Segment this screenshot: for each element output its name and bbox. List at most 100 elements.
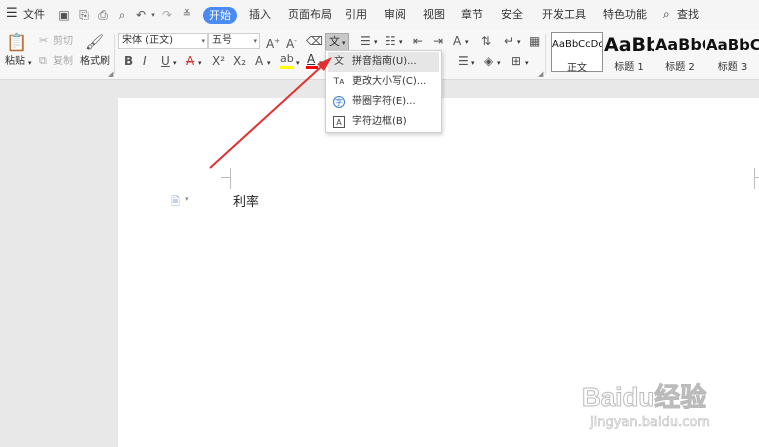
group-expand-icon[interactable]: ◢ <box>108 68 113 80</box>
text-effects-icon[interactable]: A <box>255 54 263 68</box>
menu-item-character-border[interactable]: A 字符边框(B) <box>328 112 439 132</box>
export-pdf-icon[interactable]: ⎘ <box>77 8 91 22</box>
style-heading-2[interactable]: AaBbC 标题 2 <box>655 32 705 73</box>
font-color-button[interactable]: A <box>305 53 319 70</box>
chevron-down-icon[interactable]: ▾ <box>374 36 378 48</box>
phonetic-guide-icon: 文 <box>329 35 340 48</box>
menu-item-phonetic-guide[interactable]: 文 拼音指南(U)... <box>328 52 439 72</box>
format-painter-icon[interactable]: 🖌 <box>85 32 104 52</box>
search-icon[interactable]: ⌕ <box>663 7 670 21</box>
margin-corner-marker <box>754 168 759 178</box>
phonetic-guide-icon: 文 <box>334 56 344 67</box>
print-preview-icon[interactable]: ⌕ <box>115 8 129 22</box>
tab-special-features[interactable]: 特色功能 <box>603 8 647 22</box>
baidu-jingyan-watermark: Baidu经验 jingyan.baidu.com <box>581 375 752 439</box>
sort-icon[interactable]: ⇅ <box>481 34 491 48</box>
menu-item-label: 字符边框(B) <box>352 116 407 127</box>
menu-item-label: 更改大小写(C)... <box>352 76 427 87</box>
chevron-down-icon[interactable]: ▾ <box>517 36 521 48</box>
chinese-layout-icon[interactable]: A <box>453 34 461 48</box>
format-painter-button-label[interactable]: 格式刷 <box>80 56 110 68</box>
document-text[interactable]: 利率 <box>233 191 259 210</box>
show-hide-marks-icon[interactable]: ↵ <box>504 34 514 48</box>
line-spacing-icon[interactable]: ☰ <box>458 54 469 68</box>
cut-button-label[interactable]: 剪切 <box>53 36 73 48</box>
menu-item-enclosed-characters[interactable]: 字 带圈字符(E)... <box>328 92 439 112</box>
tab-insert[interactable]: 插入 <box>249 8 271 22</box>
font-color-icon: A <box>307 52 316 66</box>
chevron-down-icon[interactable]: ▾ <box>471 57 475 69</box>
chevron-down-icon[interactable]: ▾ <box>173 57 177 69</box>
chevron-down-icon[interactable]: ▾ <box>198 57 202 69</box>
increase-font-size-icon[interactable]: A+ <box>266 34 280 51</box>
clear-formatting-icon[interactable]: ⌫ <box>306 34 323 48</box>
style-label: 正文 <box>567 63 587 74</box>
chevron-down-icon[interactable]: ▾ <box>267 57 271 69</box>
increase-indent-icon[interactable]: ⇥ <box>433 34 443 48</box>
decrease-font-size-icon[interactable]: A- <box>286 34 297 51</box>
tab-security[interactable]: 安全 <box>501 8 523 22</box>
style-normal[interactable]: AaBbCcDd 正文 <box>551 32 603 74</box>
print-icon[interactable]: ⎙ <box>96 8 110 22</box>
paste-icon[interactable]: 📋 <box>6 33 27 53</box>
search-label[interactable]: 查找 <box>677 8 699 22</box>
tab-references[interactable]: 引用 <box>345 8 367 22</box>
tab-view[interactable]: 视图 <box>423 8 445 22</box>
chevron-down-icon[interactable]: ▾ <box>185 195 189 203</box>
style-heading-1[interactable]: AaBb 标题 1 <box>604 32 654 73</box>
bold-icon[interactable]: B <box>124 54 133 68</box>
menu-file[interactable]: 文件 <box>23 8 45 22</box>
chevron-down-icon[interactable]: ▾ <box>497 57 501 69</box>
copy-icon[interactable]: ⧉ <box>39 55 47 67</box>
chevron-down-icon[interactable]: ▾ <box>525 57 529 69</box>
paste-dropdown-icon[interactable]: ▾ <box>28 57 32 69</box>
highlight-color-swatch <box>280 66 294 69</box>
undo-dropdown-icon[interactable]: ▾ <box>146 8 160 22</box>
chevron-down-icon[interactable]: ▾ <box>465 36 469 48</box>
shading-icon[interactable]: ◈ <box>484 54 493 68</box>
tab-page-layout[interactable]: 页面布局 <box>288 8 332 22</box>
chevron-down-icon[interactable]: ▾ <box>399 36 403 48</box>
customize-quick-access-icon[interactable]: ≚ <box>180 8 194 22</box>
chevron-down-icon[interactable]: ▾ <box>296 57 300 69</box>
font-color-swatch <box>306 66 318 69</box>
text-effects-dropdown-menu: 文 拼音指南(U)... Tᴀ 更改大小写(C)... 字 带圈字符(E)...… <box>325 50 442 133</box>
decrease-indent-icon[interactable]: ⇤ <box>413 34 423 48</box>
font-size-select[interactable]: 五号 ▾ <box>208 33 260 49</box>
hamburger-menu-icon[interactable]: ☰ <box>6 7 18 21</box>
borders-icon[interactable]: ⊞ <box>511 54 521 68</box>
menu-item-change-case[interactable]: Tᴀ 更改大小写(C)... <box>328 72 439 92</box>
cut-icon[interactable]: ✂ <box>39 35 48 47</box>
style-sample: AaBbC <box>706 36 759 54</box>
save-icon[interactable]: ▣ <box>57 8 71 22</box>
tab-developer-tools[interactable]: 开发工具 <box>542 8 586 22</box>
italic-icon[interactable]: I <box>143 54 147 68</box>
copy-button-label[interactable]: 复制 <box>53 56 73 68</box>
redo-icon[interactable]: ↷ <box>160 8 174 22</box>
font-size-value: 五号 <box>212 35 232 46</box>
paste-button-label[interactable]: 粘贴 <box>5 56 25 68</box>
phonetic-guide-button[interactable]: 文 ▾ <box>325 33 349 51</box>
margin-corner-marker <box>221 168 231 178</box>
tab-chapter[interactable]: 章节 <box>461 8 483 22</box>
style-label: 标题 1 <box>614 62 644 73</box>
bullet-list-icon[interactable]: ☰ <box>360 34 371 48</box>
character-border-icon: A <box>333 116 345 128</box>
numbered-list-icon[interactable]: ☷ <box>385 34 396 48</box>
change-case-icon: Tᴀ <box>333 77 345 87</box>
tab-review[interactable]: 审阅 <box>384 8 406 22</box>
underline-icon[interactable]: U <box>161 54 170 68</box>
style-heading-3[interactable]: AaBbC 标题 3 <box>706 32 759 73</box>
paragraph-layout-icon[interactable]: 🗎 <box>171 193 180 212</box>
style-label: 标题 3 <box>717 62 748 73</box>
superscript-icon[interactable]: X² <box>212 54 225 68</box>
subscript-icon[interactable]: X₂ <box>233 54 246 68</box>
tab-start[interactable]: 开始 <box>203 7 237 24</box>
table-icon[interactable]: ▦ <box>529 34 540 48</box>
strikethrough-icon[interactable]: A <box>186 54 194 68</box>
chevron-down-icon[interactable]: ▾ <box>319 57 323 69</box>
watermark-brand: Baidu经验 <box>581 382 707 413</box>
style-sample: AaBb <box>604 34 654 56</box>
font-name-select[interactable]: 宋体 (正文) ▾ <box>118 33 208 49</box>
group-expand-icon[interactable]: ◢ <box>538 68 543 80</box>
